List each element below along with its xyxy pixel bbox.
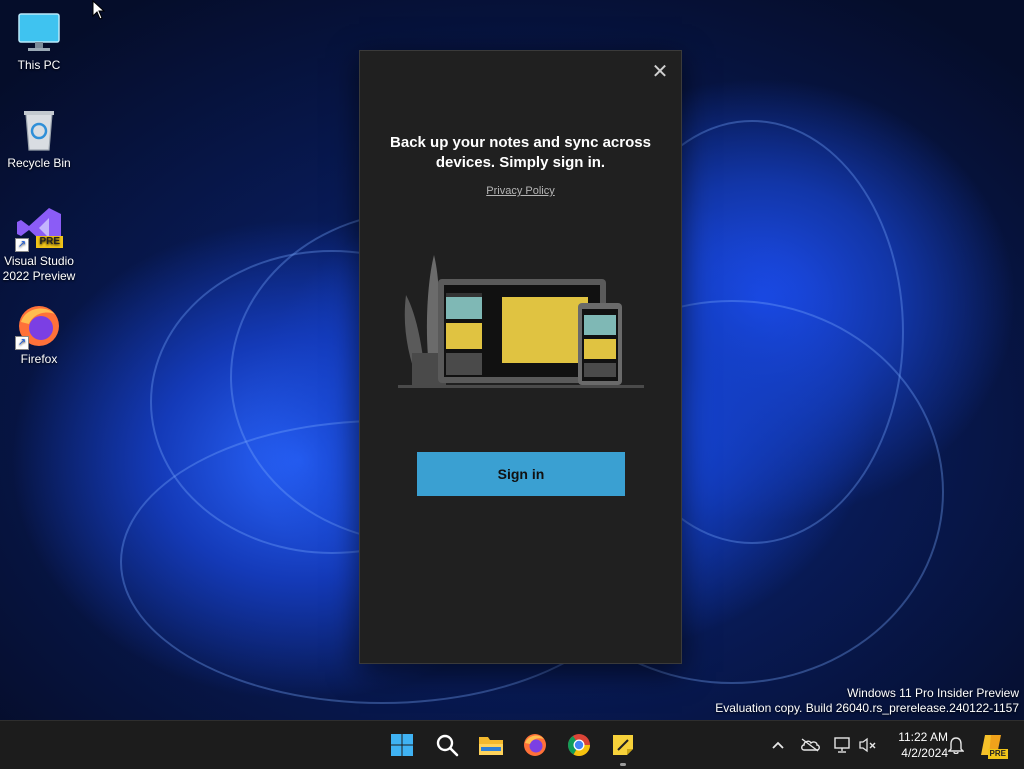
monitor-icon — [15, 8, 63, 56]
search-icon[interactable] — [431, 729, 463, 761]
watermark-line-2: Evaluation copy. Build 26040.rs_prerelea… — [715, 701, 1019, 715]
desktop-icon-firefox[interactable]: ↗ Firefox — [1, 302, 77, 367]
watermark-line-1: Windows 11 Pro Insider Preview — [847, 686, 1019, 700]
shortcut-arrow-icon: ↗ — [15, 336, 29, 350]
start-icon[interactable] — [386, 729, 418, 761]
desktop-wallpaper: This PC Recycle Bin PRE ↗ Visual Studio … — [0, 0, 1024, 720]
close-icon[interactable]: ✕ — [649, 61, 671, 83]
desktop-icon-this-pc[interactable]: This PC — [1, 8, 77, 73]
privacy-policy-link[interactable]: Privacy Policy — [360, 185, 681, 197]
volume-muted-icon[interactable] — [856, 733, 880, 757]
copilot-icon[interactable]: PRE — [978, 733, 1008, 759]
dialog-title: Back up your notes and sync across devic… — [390, 134, 651, 171]
desktop-icon-visual-studio[interactable]: PRE ↗ Visual Studio 2022 Preview — [1, 204, 77, 284]
sign-in-button[interactable]: Sign in — [417, 452, 625, 496]
shortcut-arrow-icon: ↗ — [15, 238, 29, 252]
firefox-icon[interactable] — [519, 729, 551, 761]
firefox-icon: ↗ — [15, 302, 63, 350]
clock-time: 11:22 AM — [898, 730, 948, 744]
onedrive-icon[interactable] — [798, 733, 822, 757]
desktop-icon-label: Visual Studio 2022 Preview — [2, 254, 76, 283]
sticky-notes-icon[interactable] — [607, 729, 639, 761]
chevron-up-icon[interactable] — [766, 733, 790, 757]
desktop-icon-label: Firefox — [20, 352, 58, 366]
file-explorer-icon[interactable] — [475, 729, 507, 761]
bell-icon[interactable] — [944, 733, 968, 757]
visual-studio-icon: PRE ↗ — [15, 204, 63, 252]
chrome-icon[interactable] — [563, 729, 595, 761]
devices-sync-illustration — [398, 255, 644, 388]
network-icon[interactable] — [830, 733, 854, 757]
sticky-notes-signin-dialog: ✕ Back up your notes and sync across dev… — [359, 50, 682, 664]
evaluation-watermark: Windows 11 Pro Insider Preview Evaluatio… — [715, 686, 1019, 716]
desktop-icon-label: Recycle Bin — [7, 156, 71, 170]
desktop-icon-recycle-bin[interactable]: Recycle Bin — [1, 106, 77, 171]
active-app-indicator — [620, 763, 626, 766]
system-clock[interactable]: 11:22 AM 4/2/2024 — [882, 729, 948, 761]
preview-badge: PRE — [36, 236, 63, 248]
recycle-bin-icon — [15, 106, 63, 154]
taskbar: 11:22 AM 4/2/2024 PRE — [0, 720, 1024, 769]
mouse-cursor-icon — [92, 0, 106, 20]
copilot-preview-badge: PRE — [987, 749, 1008, 759]
desktop-icon-label: This PC — [17, 58, 61, 72]
clock-date: 4/2/2024 — [901, 746, 948, 760]
